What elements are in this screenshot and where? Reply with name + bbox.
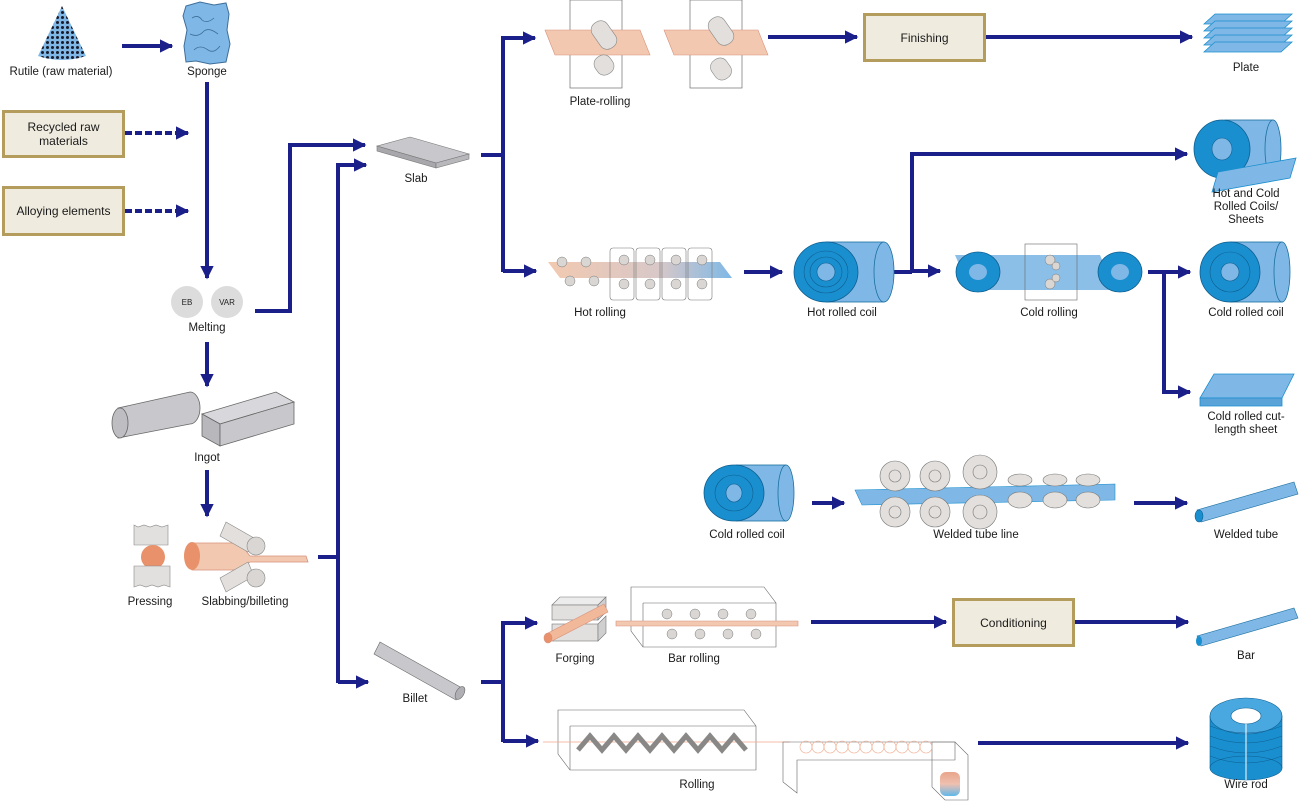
alloying-elements-label: Alloying elements: [16, 204, 111, 218]
bar-rolling-label: Bar rolling: [668, 653, 720, 665]
cold-rolled-coil-2-icon: [703, 464, 795, 522]
welded-tube-line-label: Welded tube line: [933, 529, 1019, 541]
rolling-label: Rolling: [679, 779, 715, 791]
finishing-label: Finishing: [900, 30, 949, 45]
arrow-to-slab: [336, 158, 368, 683]
conditioning-box: Conditioning: [952, 598, 1075, 647]
bar-icon: [1196, 607, 1299, 647]
process-flow-diagram: EB VAR: [38, 0, 1299, 801]
melting-eb-label: EB: [182, 298, 193, 307]
slab-label: Slab: [404, 173, 428, 185]
arrow-to-cut-sheet: [1162, 272, 1192, 399]
ingot-label: Ingot: [194, 452, 220, 464]
pressing-icon: [133, 524, 171, 588]
cold-rolling-label: Cold rolling: [1020, 307, 1078, 319]
hot-rolled-coil-icon: [793, 241, 895, 303]
ingot-icon: [111, 391, 296, 447]
arrow-to-forging: [501, 616, 539, 742]
recycled-materials-box: Recycled raw materials: [2, 110, 125, 158]
cut-length-sheet-label: Cold rolled cut-length sheet: [1200, 411, 1292, 437]
slabbing-label: Slabbing/billeting: [201, 596, 289, 608]
alloying-elements-box: Alloying elements: [2, 186, 125, 236]
melting-var-label: VAR: [219, 298, 235, 307]
cut-length-sheet-text: Cold rolled cut-length sheet: [1207, 411, 1285, 436]
hot-rolling-icon: [548, 247, 732, 301]
hot-rolling-label: Hot rolling: [574, 307, 626, 319]
finishing-box: Finishing: [863, 13, 986, 62]
forging-icon: [543, 596, 609, 644]
melting-label: Melting: [188, 322, 226, 334]
hot-rolled-coil-label: Hot rolled coil: [807, 307, 877, 319]
conditioning-label: Conditioning: [980, 615, 1047, 630]
plate-stack-icon: [1202, 13, 1294, 53]
plate-label: Plate: [1232, 62, 1260, 74]
forging-label: Forging: [555, 653, 595, 665]
arrow-melting-slab: [255, 138, 367, 313]
melting-furnaces-icon: EB VAR: [171, 286, 243, 318]
cut-length-sheet-icon: [1199, 373, 1295, 407]
sponge-label: Sponge: [187, 66, 227, 78]
cold-rolling-icon: [955, 243, 1143, 301]
hot-cold-coils-sheets-icon: [1193, 119, 1297, 193]
arrow-to-hot-cold-coils: [910, 147, 1189, 272]
welded-tube-line-icon: [854, 454, 1116, 530]
wire-rod-label: Wire rod: [1224, 779, 1268, 791]
rutile-pile-icon: [38, 6, 86, 60]
wire-rolling-icon: [543, 709, 969, 801]
welded-tube-label: Welded tube: [1213, 529, 1279, 541]
hot-cold-coils-sheets-label: Hot and Cold Rolled Coils/ Sheets: [1196, 188, 1296, 227]
hot-cold-coils-sheets-text: Hot and Cold Rolled Coils/ Sheets: [1212, 188, 1280, 226]
cold-rolled-coil-label: Cold rolled coil: [1208, 307, 1284, 319]
sponge-icon: [182, 1, 231, 65]
billet-label: Billet: [402, 693, 428, 705]
cold-rolled-coil-icon: [1199, 241, 1291, 303]
recycled-materials-label: Recycled raw materials: [27, 120, 100, 148]
cold-rolled-coil-2-label: Cold rolled coil: [709, 529, 785, 541]
plate-rolling-label: Plate-rolling: [569, 96, 631, 108]
welded-tube-icon: [1194, 481, 1299, 523]
bar-rolling-icon: [615, 586, 799, 648]
slab-icon: [375, 136, 471, 169]
slabbing-billeting-icon: [184, 521, 309, 593]
rutile-label: Rutile (raw material): [9, 66, 113, 78]
wire-rod-icon: [1209, 697, 1283, 781]
bar-label: Bar: [1237, 650, 1255, 662]
plate-rolling-icon: [544, 0, 769, 89]
arrow-to-plate-rolling: [501, 31, 537, 272]
pressing-label: Pressing: [127, 596, 173, 608]
